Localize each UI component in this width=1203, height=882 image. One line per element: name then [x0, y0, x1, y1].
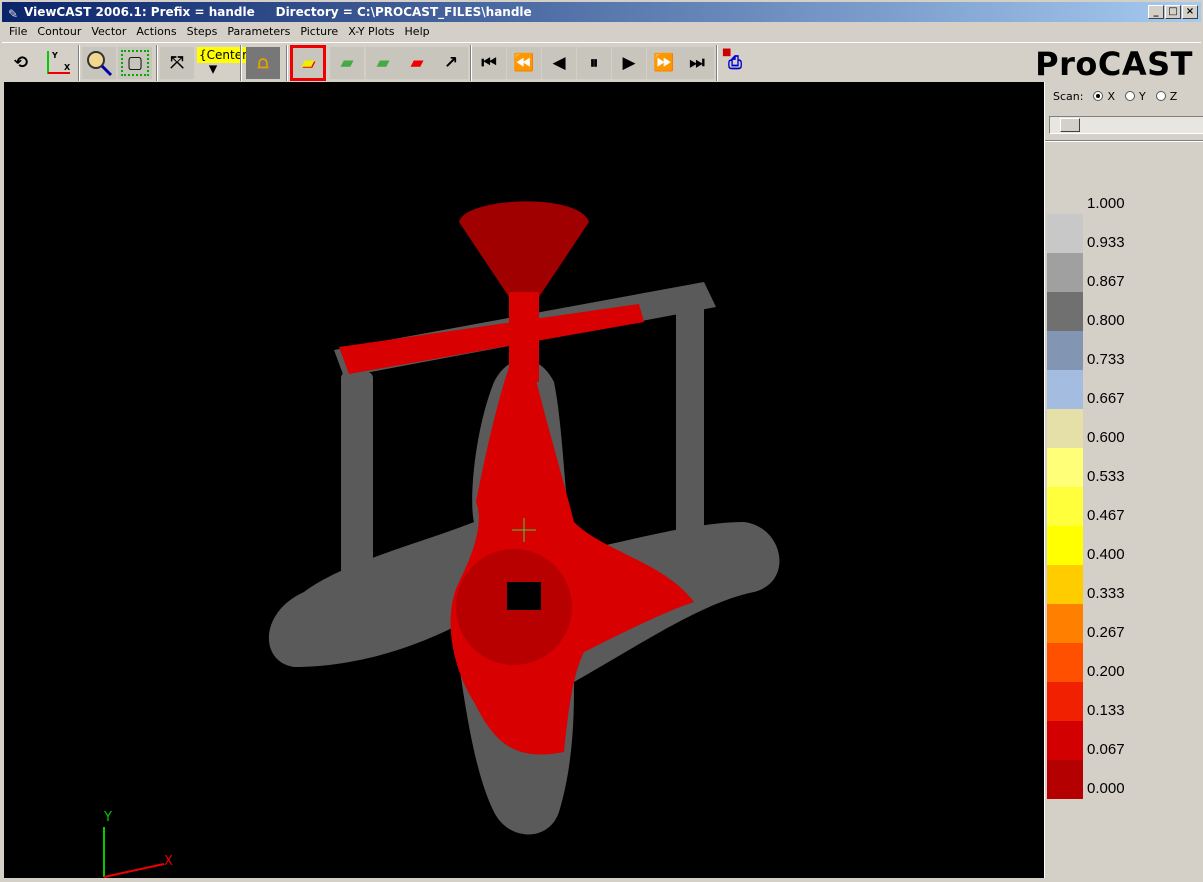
legend-band	[1047, 214, 1083, 253]
menu-file[interactable]: File	[4, 23, 32, 41]
legend-band	[1047, 487, 1083, 526]
first-step-icon[interactable]: ⏮	[472, 47, 506, 79]
cut-plane-icon[interactable]: ▰	[330, 47, 364, 79]
app-feather-icon: ✎	[8, 7, 19, 21]
legend-label: 0.467	[1087, 507, 1125, 524]
runner-liquid	[339, 304, 644, 374]
cut-plane-move-icon[interactable]: ▰	[366, 47, 400, 79]
menu-contour[interactable]: Contour	[32, 23, 86, 41]
play-icon[interactable]: ▶	[612, 47, 646, 79]
legend-band	[1047, 682, 1083, 721]
menu-bar: File Contour Vector Actions Steps Parame…	[4, 23, 435, 41]
last-step-icon[interactable]: ⏭	[680, 47, 714, 79]
close-button[interactable]: ×	[1182, 5, 1198, 19]
menu-picture[interactable]: Picture	[295, 23, 343, 41]
legend-label: 0.200	[1087, 663, 1125, 680]
scan-x-radio[interactable]: X	[1093, 90, 1115, 103]
zoom-icon[interactable]	[82, 47, 116, 79]
square-hole	[507, 582, 541, 610]
window-title: ViewCAST 2006.1: Prefix = handle Directo…	[24, 5, 532, 19]
legend-label: 0.667	[1087, 390, 1125, 407]
legend-label: 0.267	[1087, 624, 1125, 641]
legend-band	[1047, 331, 1083, 370]
legend-band	[1047, 721, 1083, 760]
legend-band	[1047, 292, 1083, 331]
menu-steps[interactable]: Steps	[182, 23, 223, 41]
legend-label: 0.600	[1087, 429, 1125, 446]
scan-options: Scan: X Y Z	[1053, 90, 1177, 103]
scan-slider-thumb[interactable]	[1060, 118, 1080, 132]
maximize-button[interactable]: □	[1165, 5, 1181, 19]
legend-label: 0.867	[1087, 273, 1125, 290]
legend-band	[1047, 409, 1083, 448]
menu-actions[interactable]: Actions	[131, 23, 181, 41]
menu-xy-plots[interactable]: X-Y Plots	[343, 23, 399, 41]
point-probe-icon[interactable]: ↗	[434, 47, 468, 79]
save-print-icon[interactable]: ■ ⎙	[718, 47, 752, 79]
svg-text:Y: Y	[51, 51, 58, 60]
scan-y-radio[interactable]: Y	[1125, 90, 1146, 103]
title-bar: ✎ ViewCAST 2006.1: Prefix = handle Direct…	[2, 2, 1201, 22]
casting-model	[103, 201, 780, 878]
legend-band	[1047, 526, 1083, 565]
rewind-icon[interactable]: ⏪	[507, 47, 541, 79]
bounding-box-icon[interactable]: ▢	[118, 47, 152, 79]
divider	[1045, 140, 1203, 142]
procast-logo: ProCAST	[1035, 45, 1193, 83]
svg-text:X: X	[64, 63, 71, 72]
legend-label: 0.933	[1087, 234, 1125, 251]
legend-band	[1047, 604, 1083, 643]
mold-view-icon[interactable]: ⩍	[246, 47, 280, 79]
legend-label: 0.067	[1087, 741, 1125, 758]
scan-label: Scan:	[1053, 90, 1084, 103]
legend-label: 0.133	[1087, 702, 1125, 719]
axis-y-label: Y	[104, 810, 112, 825]
legend-label: 0.000	[1087, 780, 1125, 797]
minimize-button[interactable]: _	[1148, 5, 1164, 19]
legend-label: 0.733	[1087, 351, 1125, 368]
right-post	[676, 302, 704, 542]
3d-viewport[interactable]: Y X	[4, 82, 1044, 878]
pouring-funnel	[459, 201, 589, 297]
legend-label: 1.000	[1087, 195, 1125, 212]
legend-band	[1047, 760, 1083, 799]
axes-icon[interactable]: YX	[40, 47, 74, 79]
menu-help[interactable]: Help	[400, 23, 435, 41]
pause-icon[interactable]: ⏸	[577, 47, 611, 79]
scan-slider[interactable]	[1049, 116, 1203, 134]
legend-band	[1047, 565, 1083, 604]
axis-x-label: X	[164, 854, 173, 869]
axis-triad	[103, 827, 165, 878]
scan-z-radio[interactable]: Z	[1155, 90, 1177, 103]
legend-band	[1047, 448, 1083, 487]
menu-parameters[interactable]: Parameters	[222, 23, 295, 41]
legend-band	[1047, 370, 1083, 409]
legend-label: 0.533	[1087, 468, 1125, 485]
legend-label: 0.400	[1087, 546, 1125, 563]
legend-band	[1047, 643, 1083, 682]
left-post	[341, 372, 373, 592]
legend-label: 0.800	[1087, 312, 1125, 329]
menu-vector[interactable]: Vector	[86, 23, 131, 41]
cut-solid-icon[interactable]: ▰	[400, 47, 434, 79]
solid-contour-icon[interactable]: ▰	[290, 45, 326, 81]
legend-band	[1047, 253, 1083, 292]
legend-label: 0.333	[1087, 585, 1125, 602]
liquid-region	[339, 201, 694, 755]
step-back-icon[interactable]: ◀	[542, 47, 576, 79]
toolbar: ⟲ YX ▢ ⤧ ▾ {Center} ⩍ ▰ ▰ ▰ ▰ ↗ ⏮ ⏪ ◀ ⏸ …	[2, 42, 1201, 83]
center-icon[interactable]: ⤧	[160, 47, 194, 79]
side-panel: Scan: X Y Z 1.000 0.933 0.867 0.800 0.733 0.6…	[1044, 82, 1203, 878]
fast-forward-icon[interactable]: ⏩	[647, 47, 681, 79]
rotate-icon[interactable]: ⟲	[4, 47, 38, 79]
